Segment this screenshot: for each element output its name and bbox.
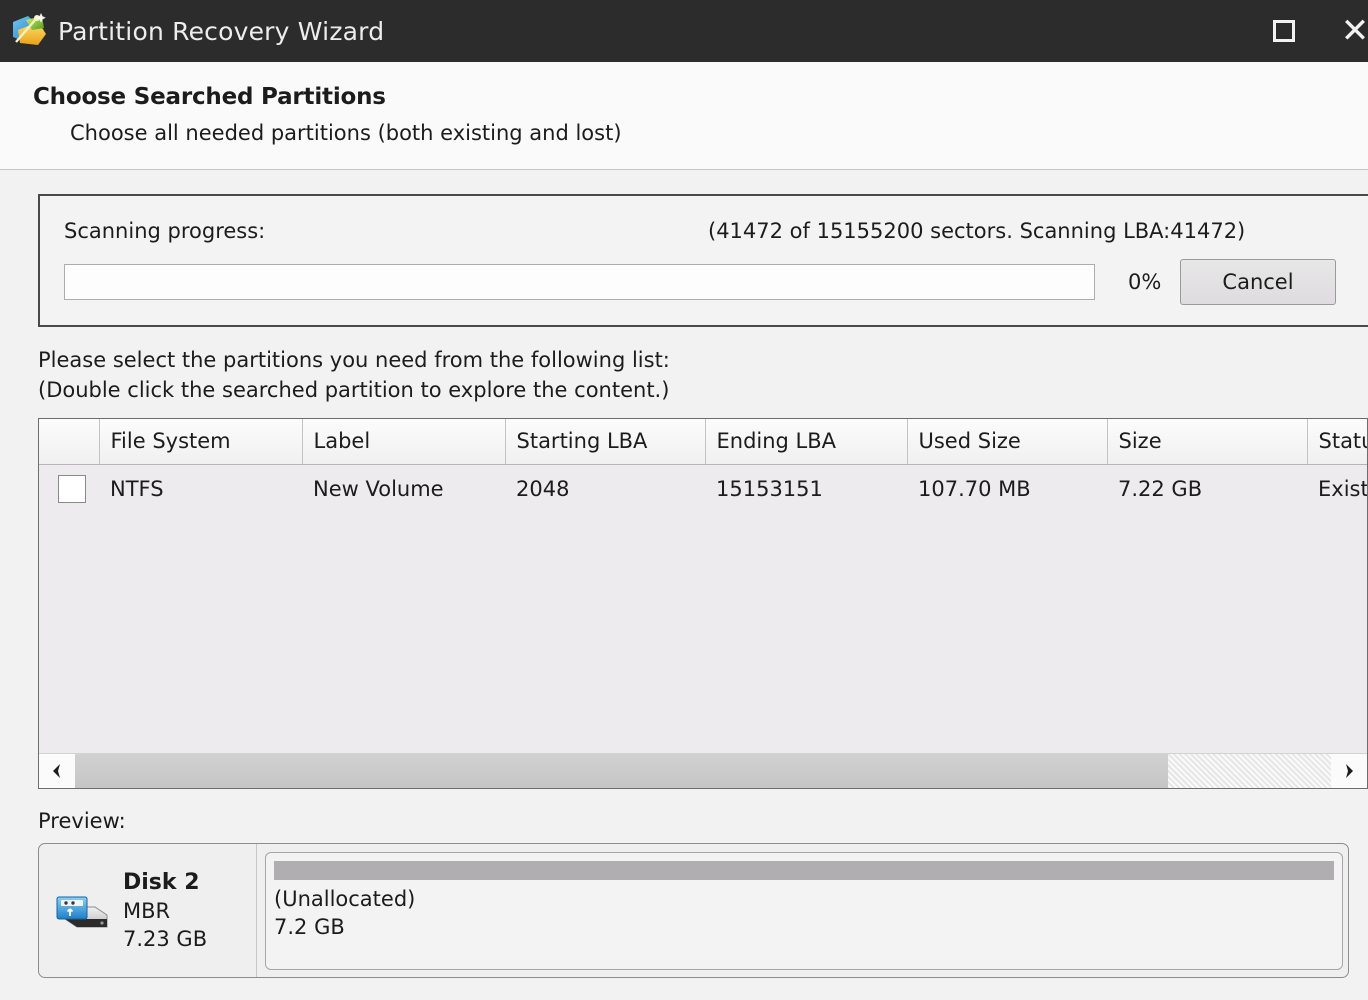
table-horizontal-scrollbar[interactable] [39, 753, 1367, 788]
column-header-used-size[interactable]: Used Size [907, 419, 1107, 465]
column-header-label[interactable]: Label [302, 419, 505, 465]
instructions-line-1: Please select the partitions you need fr… [38, 345, 1368, 375]
cell-status: Existing [1307, 464, 1368, 513]
scan-progress-percent: 0% [1128, 270, 1161, 294]
cell-used-size: 107.70 MB [907, 464, 1107, 513]
cell-size: 7.22 GB [1107, 464, 1307, 513]
cell-starting-lba: 2048 [505, 464, 705, 513]
selection-instructions: Please select the partitions you need fr… [38, 345, 1368, 406]
partition-wizard-icon [8, 10, 50, 52]
cell-file-system: NTFS [99, 464, 302, 513]
scanning-sectors-status: (41472 of 15155200 sectors. Scanning LBA… [708, 219, 1245, 243]
disk-name: Disk 2 [123, 868, 207, 897]
row-select-cell [39, 464, 99, 513]
scroll-right-button[interactable] [1331, 754, 1367, 788]
page-title: Choose Searched Partitions [33, 84, 1368, 110]
maximize-icon [1273, 20, 1295, 42]
scanning-progress-label: Scanning progress: [64, 219, 265, 243]
scan-progress-bar [64, 264, 1095, 300]
disk-capacity: 7.23 GB [123, 925, 207, 953]
disk-partition-style: MBR [123, 897, 207, 925]
partitions-table-container: File System Label Starting LBA Ending LB… [38, 418, 1368, 789]
scrollbar-track[interactable] [75, 754, 1331, 788]
page-header: Choose Searched Partitions Choose all ne… [0, 62, 1368, 170]
column-header-starting-lba[interactable]: Starting LBA [505, 419, 705, 465]
column-header-select[interactable] [39, 419, 99, 465]
disk-info[interactable]: Disk 2 MBR 7.23 GB [39, 844, 257, 977]
column-header-file-system[interactable]: File System [99, 419, 302, 465]
cancel-button[interactable]: Cancel [1180, 259, 1336, 305]
chevron-right-icon [1342, 763, 1356, 779]
external-disk-icon [51, 883, 113, 937]
disk-preview-panel: Disk 2 MBR 7.23 GB (Unallocated) 7.2 GB [38, 843, 1349, 978]
partition-text-block: (Unallocated) 7.2 GB [274, 885, 1334, 942]
close-icon: ✕ [1341, 14, 1368, 48]
row-checkbox[interactable] [58, 475, 86, 503]
scanning-progress-panel: Scanning progress: (41472 of 15155200 se… [38, 194, 1368, 327]
column-header-status[interactable]: Status [1307, 419, 1368, 465]
instructions-line-2: (Double click the searched partition to … [38, 375, 1368, 405]
maximize-button[interactable] [1256, 0, 1312, 62]
partition-name: (Unallocated) [274, 885, 1334, 914]
column-header-ending-lba[interactable]: Ending LBA [705, 419, 907, 465]
column-header-size[interactable]: Size [1107, 419, 1307, 465]
partition-usage-bar [274, 861, 1334, 880]
disk-text-block: Disk 2 MBR 7.23 GB [123, 868, 207, 954]
table-row[interactable]: NTFS New Volume 2048 15153151 107.70 MB … [39, 464, 1368, 513]
partition-size: 7.2 GB [274, 913, 1334, 942]
chevron-left-icon [50, 763, 64, 779]
cell-label: New Volume [302, 464, 505, 513]
table-header-row: File System Label Starting LBA Ending LB… [39, 419, 1368, 465]
window-title: Partition Recovery Wizard [58, 17, 384, 46]
partition-map: (Unallocated) 7.2 GB [257, 844, 1349, 977]
partitions-table: File System Label Starting LBA Ending LB… [39, 419, 1368, 513]
scrollbar-thumb[interactable] [75, 754, 1168, 788]
main-content: Scanning progress: (41472 of 15155200 se… [0, 194, 1368, 978]
close-button[interactable]: ✕ [1312, 0, 1368, 62]
partition-block-unallocated[interactable]: (Unallocated) 7.2 GB [265, 852, 1343, 970]
window-controls: ✕ [1256, 0, 1368, 62]
cell-ending-lba: 15153151 [705, 464, 907, 513]
page-subtitle: Choose all needed partitions (both exist… [70, 121, 1368, 145]
window-titlebar: Partition Recovery Wizard ✕ [0, 0, 1368, 62]
scroll-left-button[interactable] [39, 754, 75, 788]
preview-label: Preview: [38, 809, 1368, 833]
